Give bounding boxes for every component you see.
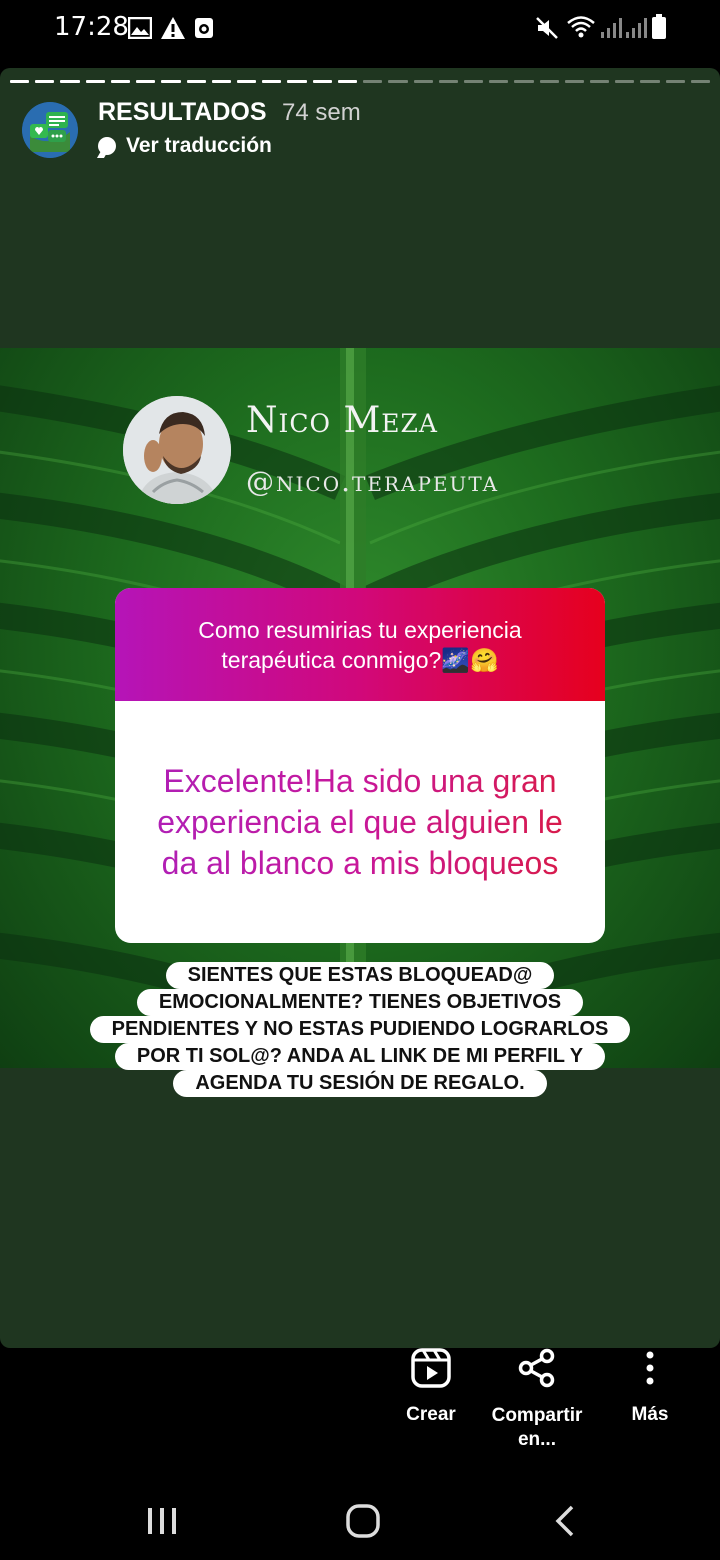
therapist-name: Nico Meza (246, 400, 438, 441)
question-text: Como resumirias tu experiencia terapéuti… (115, 588, 605, 701)
dnd-app-icon (195, 18, 213, 38)
signal-icon (626, 18, 647, 38)
progress-segment (438, 80, 458, 83)
share-label-cont: en... (517, 1429, 556, 1450)
share-button[interactable]: Compartir en... (484, 1348, 590, 1452)
story-progress-bar (10, 80, 711, 84)
account-avatar[interactable] (22, 102, 78, 158)
progress-segment (85, 80, 105, 83)
progress-segment (186, 80, 206, 83)
progress-segment (287, 80, 307, 83)
story-actions: Crear Compartir en... Más (0, 1348, 720, 1468)
progress-segment (690, 80, 711, 83)
create-button[interactable]: Crear (396, 1348, 466, 1426)
progress-segment (539, 80, 559, 83)
progress-segment (337, 80, 358, 83)
caption-line: EMOCIONALMENTE? TIENES OBJETIVOS (136, 989, 584, 1016)
see-translation-button[interactable]: Ver traducción (98, 134, 272, 158)
image-icon (128, 17, 152, 39)
progress-segment (489, 80, 509, 83)
caption-line: POR TI SOL@? ANDA AL LINK DE MI PERFIL Y (114, 1043, 606, 1070)
progress-segment (388, 80, 408, 83)
progress-segment (236, 80, 257, 83)
mute-icon (536, 17, 558, 39)
recent-apps-icon[interactable] (146, 1506, 178, 1536)
battery-icon (652, 14, 666, 39)
home-icon[interactable] (346, 1504, 380, 1538)
caption-line: AGENDA TU SESIÓN DE REGALO. (173, 1070, 547, 1097)
progress-segment (463, 80, 484, 83)
progress-segment (564, 80, 585, 83)
progress-segment (615, 80, 635, 83)
status-bar: 17:28 (0, 0, 720, 60)
chat-bubbles-icon (22, 102, 78, 158)
reels-icon (411, 1348, 451, 1388)
warning-icon (161, 17, 185, 39)
progress-segment (312, 80, 332, 83)
story-timestamp: 74 sem (282, 99, 361, 126)
system-navigation-bar (0, 1470, 720, 1560)
question-sticker: Como resumirias tu experiencia terapéuti… (115, 588, 605, 943)
progress-segment (590, 80, 610, 83)
create-label: Crear (406, 1404, 456, 1425)
more-label: Más (631, 1404, 669, 1425)
more-vertical-icon (646, 1351, 654, 1385)
story-viewer[interactable]: RESULTADOS 74 sem Ver traducción Nico Me… (0, 68, 720, 1348)
therapist-handle: @nico.terapeuta (246, 465, 500, 498)
share-icon (518, 1348, 555, 1388)
share-label: Compartir (491, 1405, 583, 1426)
progress-segment (211, 80, 231, 83)
translate-bubble-icon (98, 137, 116, 155)
progress-segment (363, 80, 383, 83)
story-post-image: Nico Meza @nico.terapeuta Como resumiria… (0, 348, 720, 1068)
wifi-icon (567, 16, 595, 38)
progress-segment (640, 80, 660, 83)
back-icon[interactable] (552, 1504, 576, 1538)
progress-segment (262, 80, 282, 83)
progress-segment (136, 80, 156, 83)
progress-segment (161, 80, 181, 83)
more-button[interactable]: Más (622, 1348, 678, 1426)
progress-segment (35, 80, 55, 83)
caption-line: PENDIENTES Y NO ESTAS PUDIENDO LOGRARLOS (89, 1016, 631, 1043)
progress-segment (665, 80, 685, 83)
signal-icon (601, 18, 622, 38)
caption-line: SIENTES QUE ESTAS BLOQUEAD@ (165, 962, 555, 989)
progress-segment (10, 80, 30, 83)
progress-segment (413, 80, 433, 83)
story-caption: SIENTES QUE ESTAS BLOQUEAD@ EMOCIONALMEN… (60, 962, 660, 1097)
answer-box: Excelente!Ha sido una gran experiencia e… (115, 701, 605, 943)
clock: 17:28 (54, 12, 129, 42)
progress-segment (110, 80, 131, 83)
progress-segment (514, 80, 534, 83)
answer-text: Excelente!Ha sido una gran experiencia e… (155, 761, 565, 884)
therapist-photo (123, 396, 231, 504)
see-translation-label: Ver traducción (126, 134, 272, 157)
account-name[interactable]: RESULTADOS (98, 98, 267, 127)
progress-segment (60, 80, 80, 83)
